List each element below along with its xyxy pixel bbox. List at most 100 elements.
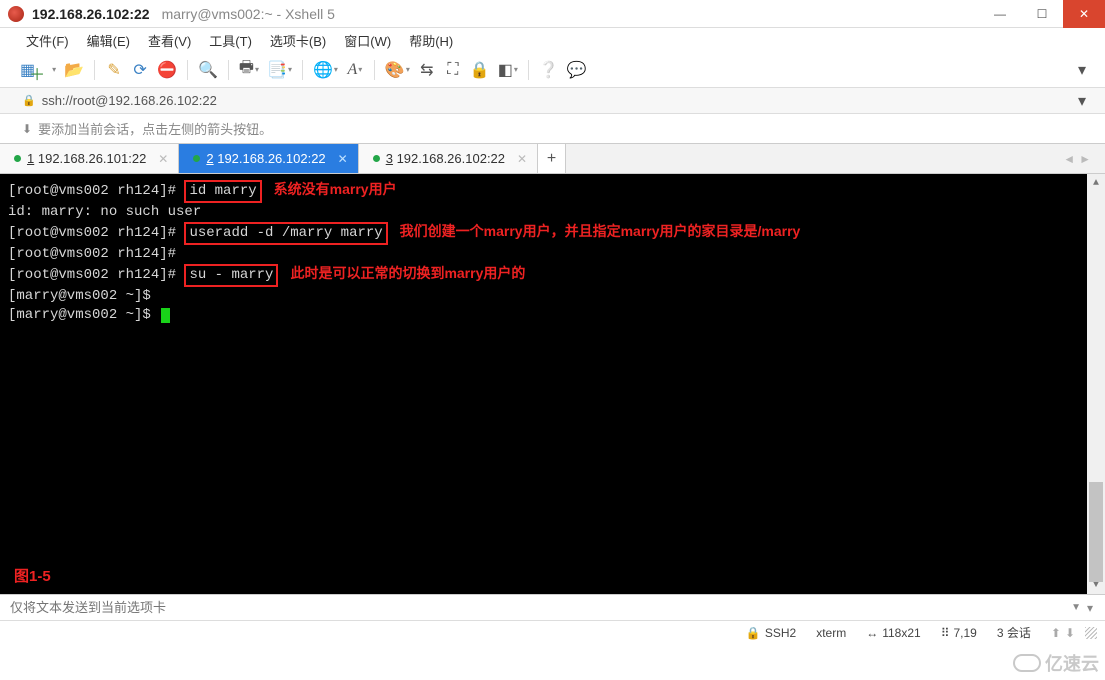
arrange-button[interactable]: ⇆ xyxy=(416,58,438,82)
status-term-type: xterm xyxy=(806,626,856,640)
menu-tools[interactable]: 工具(T) xyxy=(201,29,260,52)
palette-icon: 🎨 xyxy=(385,60,405,80)
fullscreen-icon: ⛶ xyxy=(447,61,458,79)
hint-text: 要添加当前会话，点击左侧的箭头按钮。 xyxy=(38,119,272,138)
menu-file[interactable]: 文件(F) xyxy=(18,29,77,52)
status-sessions: 3 会话 xyxy=(987,624,1041,641)
maximize-button[interactable]: ☐ xyxy=(1021,0,1063,28)
window-title-host: 192.168.26.102:22 xyxy=(32,6,150,22)
panel-icon: ◧ xyxy=(498,60,513,80)
new-session-button[interactable]: ▦＋▾ xyxy=(18,58,58,82)
panel-button[interactable]: ◧▾ xyxy=(496,58,520,82)
prompt: [marry@vms002 ~]$ xyxy=(8,307,159,323)
search-icon: 🔍 xyxy=(198,60,218,80)
app-icon xyxy=(8,6,24,22)
window-title-sub: marry@vms002:~ - Xshell 5 xyxy=(162,6,335,22)
chevron-down-icon[interactable]: ▼ xyxy=(1071,602,1081,613)
command: id marry xyxy=(189,183,256,199)
menu-help[interactable]: 帮助(H) xyxy=(401,29,461,52)
menu-window[interactable]: 窗口(W) xyxy=(336,29,399,52)
session-tabs: 1 192.168.26.101:22 ✕ 2 192.168.26.102:2… xyxy=(0,144,1105,174)
tab-number: 1 xyxy=(27,151,34,166)
chevron-right-icon: ► xyxy=(1079,152,1091,166)
scroll-track[interactable] xyxy=(1087,192,1105,576)
scroll-thumb[interactable] xyxy=(1089,482,1103,582)
highlight-box: su - marry xyxy=(184,264,278,287)
session-tab-2[interactable]: 2 192.168.26.102:22 ✕ xyxy=(179,144,358,173)
help-button[interactable]: ❔ xyxy=(537,58,561,82)
prompt: [marry@vms002 ~]$ xyxy=(8,287,1101,306)
font-button[interactable]: A▾ xyxy=(344,58,366,82)
chevron-left-icon: ◄ xyxy=(1063,152,1075,166)
status-cursor-pos: ⠿7,19 xyxy=(931,626,987,640)
prompt: [root@vms002 rh124]# xyxy=(8,183,184,199)
watermark: 亿速云 xyxy=(1013,650,1099,676)
reconnect-button[interactable]: ⟳ xyxy=(129,58,151,82)
speech-icon: 💬 xyxy=(567,60,587,80)
print-button[interactable]: 🖶▾ xyxy=(237,58,261,82)
prompt: [root@vms002 rh124]# xyxy=(8,245,1101,264)
lock-icon: 🔒 xyxy=(746,626,761,640)
lock-icon: 🔒 xyxy=(470,60,490,80)
hint-arrow-icon[interactable]: ⬇ xyxy=(22,122,32,136)
tab-close-button[interactable]: ✕ xyxy=(517,152,527,166)
separator xyxy=(302,60,303,80)
watermark-text: 亿速云 xyxy=(1045,650,1099,676)
status-dot-icon xyxy=(14,155,21,162)
prompt: [root@vms002 rh124]# xyxy=(8,267,184,283)
disconnect-button[interactable]: ⛔ xyxy=(155,58,179,82)
annotation: 此时是可以正常的切换到marry用户的 xyxy=(290,265,525,281)
tab-close-button[interactable]: ✕ xyxy=(158,152,168,166)
tab-number: 2 xyxy=(206,151,213,166)
lock-icon: 🔒 xyxy=(22,94,36,107)
session-tab-1[interactable]: 1 192.168.26.101:22 ✕ xyxy=(0,144,179,173)
add-tab-button[interactable]: + xyxy=(538,144,566,173)
position-icon: ⠿ xyxy=(941,626,950,640)
lock-button[interactable]: 🔒 xyxy=(468,58,492,82)
copy-icon: 📑 xyxy=(267,60,287,80)
highlight-box: id marry xyxy=(184,180,261,203)
disconnect-icon: ⛔ xyxy=(157,60,177,80)
cursor xyxy=(161,308,170,323)
output-line: id: marry: no such user xyxy=(8,203,1101,222)
color-button[interactable]: 🎨▾ xyxy=(383,58,412,82)
send-text-input[interactable] xyxy=(10,600,1067,615)
tab-label: 192.168.26.102:22 xyxy=(217,151,325,166)
minimize-button[interactable]: — xyxy=(979,0,1021,28)
resize-grip[interactable] xyxy=(1085,627,1097,639)
open-button[interactable]: 📂 xyxy=(62,58,86,82)
menu-edit[interactable]: 编辑(E) xyxy=(79,29,138,52)
tab-number: 3 xyxy=(386,151,393,166)
address-bar[interactable]: 🔒 ssh://root@192.168.26.102:22 ▾ xyxy=(0,88,1105,114)
tab-nav[interactable]: ◄ ► xyxy=(1049,144,1105,173)
annotation: 系统没有marry用户 xyxy=(274,181,397,197)
printer-icon: 🖶 xyxy=(239,56,254,83)
encoding-button[interactable]: 🌐▾ xyxy=(311,58,340,82)
upload-icon: ⬆ xyxy=(1051,626,1061,640)
separator xyxy=(374,60,375,80)
send-overflow[interactable]: ▾ xyxy=(1081,601,1099,615)
feedback-button[interactable]: 💬 xyxy=(565,58,589,82)
scroll-up-button[interactable]: ▲ xyxy=(1087,174,1105,192)
font-icon: A xyxy=(348,61,358,79)
command: su - marry xyxy=(189,267,273,283)
copy-button[interactable]: 📑▾ xyxy=(265,58,294,82)
toolbar-overflow[interactable]: ▾ xyxy=(1071,58,1093,82)
edit-button[interactable]: ✎ xyxy=(103,58,125,82)
find-button[interactable]: 🔍 xyxy=(196,58,220,82)
menu-tabs[interactable]: 选项卡(B) xyxy=(262,29,334,52)
address-overflow[interactable]: ▾ xyxy=(1071,89,1093,113)
tab-close-button[interactable]: ✕ xyxy=(338,152,348,166)
menu-view[interactable]: 查看(V) xyxy=(140,29,199,52)
status-ssh: 🔒SSH2 xyxy=(736,626,806,640)
status-bar: 🔒SSH2 xterm ↔118x21 ⠿7,19 3 会话 ⬆⬇ xyxy=(0,620,1105,644)
annotation: 我们创建一个marry用户，并且指定marry用户的家目录是/marry xyxy=(400,223,801,239)
terminal-scrollbar[interactable]: ▲ ▼ xyxy=(1087,174,1105,594)
close-button[interactable]: ✕ xyxy=(1063,0,1105,28)
window-controls: — ☐ ✕ xyxy=(979,0,1105,28)
resize-icon: ↔ xyxy=(866,626,878,640)
terminal[interactable]: [root@vms002 rh124]# id marry 系统没有marry用户… xyxy=(0,174,1105,594)
reconnect-icon: ⟳ xyxy=(133,60,146,80)
fullscreen-button[interactable]: ⛶ xyxy=(442,58,464,82)
session-tab-3[interactable]: 3 192.168.26.102:22 ✕ xyxy=(359,144,538,173)
